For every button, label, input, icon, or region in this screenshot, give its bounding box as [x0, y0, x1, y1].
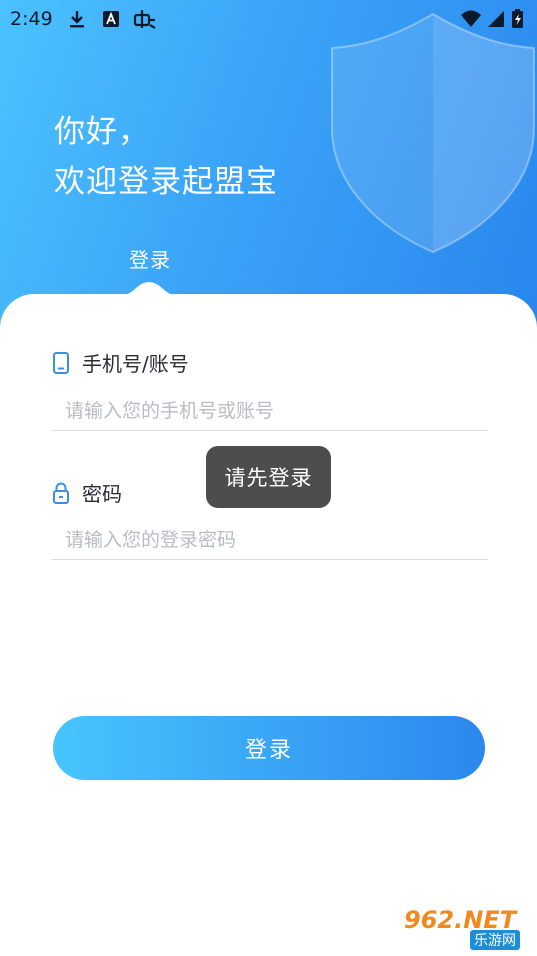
tab-login[interactable]: 登录 [129, 244, 171, 273]
password-input[interactable] [51, 520, 488, 560]
lock-icon [53, 482, 69, 504]
notification-a-icon [103, 11, 119, 27]
password-label-text: 密码 [82, 482, 122, 506]
status-time: 2:49 [10, 8, 53, 30]
header-banner: 2:49 你好， 欢迎登录起盟宝 登录 [0, 0, 537, 330]
watermark-sub: 乐游网 [470, 930, 520, 950]
toast-message: 请先登录 [206, 446, 331, 508]
status-bar: 2:49 [0, 0, 537, 38]
signal-icon [488, 11, 504, 27]
download-icon [70, 11, 84, 28]
shield-icon [331, 12, 535, 254]
phone-icon [53, 351, 69, 374]
watermark-logo: 962.NET 乐游网 [396, 904, 532, 952]
account-label-text: 手机号/账号 [82, 352, 189, 376]
battery-charging-icon [512, 9, 523, 28]
tab-indicator [114, 282, 184, 314]
greeting-line-2: 欢迎登录起盟宝 [54, 164, 278, 200]
bug-icon [133, 10, 156, 29]
account-input[interactable] [51, 391, 488, 431]
password-label: 密码 [52, 478, 122, 507]
login-button[interactable]: 登录 [53, 716, 485, 780]
greeting-line-1: 你好， [54, 114, 150, 150]
wifi-icon [461, 10, 481, 27]
account-label: 手机号/账号 [52, 348, 189, 377]
